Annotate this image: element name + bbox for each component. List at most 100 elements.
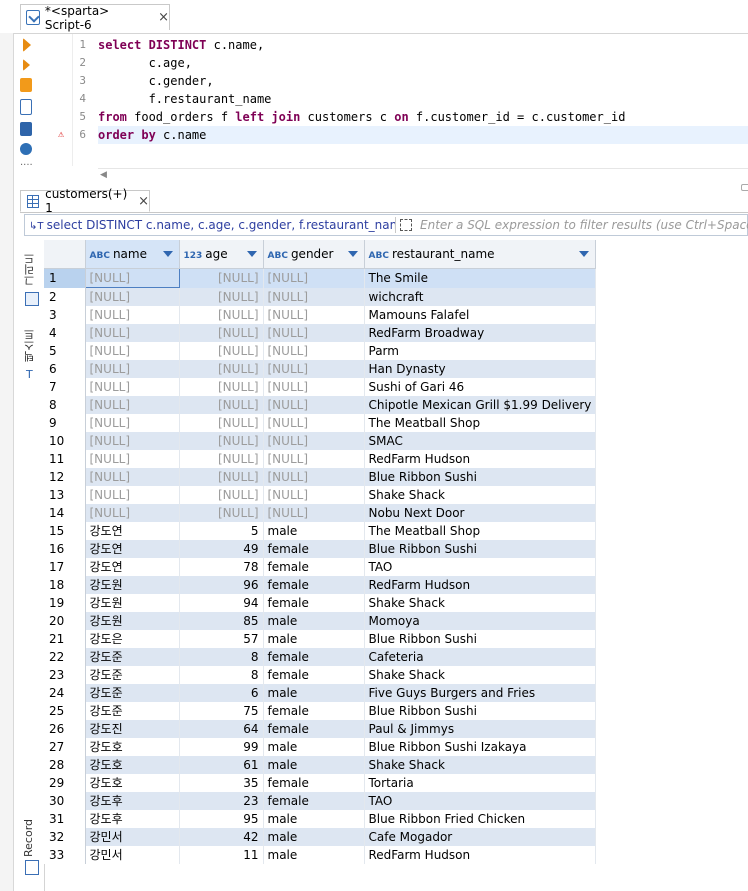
table-cell[interactable]: Blue Ribbon Fried Chicken [364, 810, 597, 828]
table-cell[interactable]: 85 [179, 612, 264, 630]
table-cell[interactable]: female [263, 576, 365, 594]
filter-input[interactable]: Enter a SQL expression to filter results… [420, 215, 748, 235]
more-dots-icon[interactable]: ···· [20, 161, 40, 171]
table-row[interactable]: 17 강도연 78 female TAO [44, 558, 597, 576]
table-cell[interactable]: 강도원 [85, 594, 180, 612]
table-cell[interactable]: [NULL] [85, 342, 180, 360]
table-cell[interactable]: [NULL] [85, 504, 180, 522]
table-cell[interactable]: 강도호 [85, 738, 180, 756]
table-row[interactable]: 14 [NULL] [NULL] [NULL] Nobu Next Door [44, 504, 597, 522]
table-cell[interactable]: [NULL] [85, 396, 180, 414]
explain-plan-icon[interactable] [20, 99, 32, 115]
table-cell[interactable]: Cafeteria [364, 648, 597, 666]
table-cell[interactable]: 강도은 [85, 630, 180, 648]
table-cell[interactable]: 57 [179, 630, 264, 648]
table-cell[interactable]: male [263, 738, 365, 756]
table-cell[interactable]: [NULL] [263, 342, 365, 360]
table-cell[interactable]: Chipotle Mexican Grill $1.99 Delivery [364, 396, 597, 414]
table-cell[interactable]: female [263, 774, 365, 792]
table-row[interactable]: 6 [NULL] [NULL] [NULL] Han Dynasty [44, 360, 597, 378]
table-cell[interactable]: 강도원 [85, 612, 180, 630]
table-cell[interactable]: Five Guys Burgers and Fries [364, 684, 597, 702]
table-cell[interactable]: 11 [179, 846, 264, 864]
output-console-icon[interactable] [20, 122, 32, 136]
table-row[interactable]: 7 [NULL] [NULL] [NULL] Sushi of Gari 46 [44, 378, 597, 396]
table-cell[interactable]: 64 [179, 720, 264, 738]
table-cell[interactable]: [NULL] [179, 342, 264, 360]
execute-script-icon[interactable] [23, 59, 30, 71]
table-cell[interactable]: 23 [179, 792, 264, 810]
table-cell[interactable]: Sushi of Gari 46 [364, 378, 597, 396]
table-cell[interactable]: 75 [179, 702, 264, 720]
table-cell[interactable]: female [263, 702, 365, 720]
table-row[interactable]: 30 강도후 23 female TAO [44, 792, 597, 810]
code-area[interactable]: 1 select DISTINCT c.name, 2 c.age, 3 c.gend… [58, 36, 748, 144]
active-query-text[interactable]: ↳T select DISTINCT c.name, c.age, c.gend… [29, 215, 395, 235]
table-cell[interactable]: [NULL] [263, 414, 365, 432]
table-cell[interactable]: male [263, 612, 365, 630]
table-cell[interactable]: 6 [179, 684, 264, 702]
table-cell[interactable]: [NULL] [179, 396, 264, 414]
table-row[interactable]: 32 강민서 42 male Cafe Mogador [44, 828, 597, 846]
table-row[interactable]: 3 [NULL] [NULL] [NULL] Mamouns Falafel [44, 306, 597, 324]
table-cell[interactable]: [NULL] [263, 324, 365, 342]
table-cell[interactable]: SMAC [364, 432, 597, 450]
table-cell[interactable]: Blue Ribbon Sushi Izakaya [364, 738, 597, 756]
table-row[interactable]: 20 강도원 85 male Momoya [44, 612, 597, 630]
table-cell[interactable]: wichcraft [364, 287, 597, 306]
table-cell[interactable]: [NULL] [85, 468, 180, 486]
table-row[interactable]: 24 강도준 6 male Five Guys Burgers and Fries [44, 684, 597, 702]
table-cell[interactable]: [NULL] [263, 432, 365, 450]
table-cell[interactable]: [NULL] [263, 396, 365, 414]
table-cell[interactable]: 99 [179, 738, 264, 756]
table-cell[interactable]: [NULL] [263, 360, 365, 378]
column-filter-icon[interactable] [579, 251, 590, 257]
table-row[interactable]: 22 강도준 8 female Cafeteria [44, 648, 597, 666]
table-row[interactable]: 4 [NULL] [NULL] [NULL] RedFarm Broadway [44, 324, 597, 342]
table-cell[interactable]: male [263, 846, 365, 864]
table-cell[interactable]: male [263, 630, 365, 648]
expand-filter-icon[interactable] [400, 219, 412, 231]
table-row[interactable]: 10 [NULL] [NULL] [NULL] SMAC [44, 432, 597, 450]
table-row[interactable]: 15 강도연 5 male The Meatball Shop [44, 522, 597, 540]
table-cell[interactable]: TAO [364, 558, 597, 576]
table-cell[interactable]: 8 [179, 648, 264, 666]
table-row[interactable]: 19 강도원 94 female Shake Shack [44, 594, 597, 612]
table-cell[interactable]: female [263, 720, 365, 738]
table-cell[interactable]: 61 [179, 756, 264, 774]
column-filter-icon[interactable] [246, 251, 257, 257]
table-cell[interactable]: RedFarm Broadway [364, 324, 597, 342]
table-row[interactable]: 5 [NULL] [NULL] [NULL] Parm [44, 342, 597, 360]
table-cell[interactable]: female [263, 666, 365, 684]
text-view-icon[interactable]: T [26, 368, 33, 381]
table-row[interactable]: 16 강도연 49 female Blue Ribbon Sushi [44, 540, 597, 558]
table-cell[interactable]: Blue Ribbon Sushi [364, 468, 597, 486]
table-row[interactable]: 27 강도호 99 male Blue Ribbon Sushi Izakaya [44, 738, 597, 756]
execute-statement-icon[interactable] [23, 38, 31, 52]
column-header-gender[interactable]: ABC gender [263, 240, 365, 269]
table-cell[interactable]: female [263, 594, 365, 612]
column-filter-icon[interactable] [347, 251, 358, 257]
code-line[interactable]: 5 from food_orders f left join customers … [79, 108, 748, 126]
table-cell[interactable]: 강도준 [85, 684, 180, 702]
row-number-header[interactable] [44, 240, 86, 269]
close-tab-icon[interactable]: × [158, 10, 169, 25]
table-cell[interactable]: The Meatball Shop [364, 414, 597, 432]
table-row[interactable]: 13 [NULL] [NULL] [NULL] Shake Shack [44, 486, 597, 504]
grid-view-toggle[interactable]: 그리드 [22, 250, 42, 290]
table-cell[interactable]: [NULL] [85, 378, 180, 396]
code-line[interactable]: 3 c.gender, [79, 72, 748, 90]
table-row[interactable]: 8 [NULL] [NULL] [NULL] Chipotle Mexican Gril… [44, 396, 597, 414]
column-header-restaurant-name[interactable]: ABC restaurant_name [364, 240, 597, 269]
execute-new-tab-icon[interactable] [20, 78, 32, 92]
table-cell[interactable]: [NULL] [179, 468, 264, 486]
table-cell[interactable]: [NULL] [85, 360, 180, 378]
code-line[interactable]: 1 select DISTINCT c.name, [79, 36, 748, 54]
text-view-toggle[interactable]: 텍스트 [22, 324, 42, 368]
table-cell[interactable]: male [263, 522, 365, 540]
table-cell[interactable]: Tortaria [364, 774, 597, 792]
sql-editor[interactable]: ···· 1 select DISTINCT c.name, 2 c.age, 3 c… [14, 33, 748, 184]
column-filter-icon[interactable] [162, 251, 173, 257]
results-tab[interactable]: customers(+) 1 × [20, 187, 150, 215]
table-cell[interactable]: 강도준 [85, 702, 180, 720]
